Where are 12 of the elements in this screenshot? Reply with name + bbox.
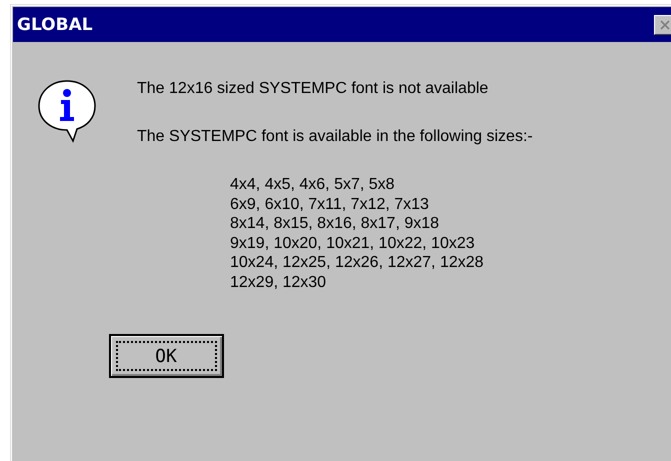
- close-button[interactable]: [654, 14, 671, 34]
- size-list-line: 9x19, 10x20, 10x21, 10x22, 10x23: [230, 234, 476, 253]
- window-title: GLOBAL: [17, 14, 93, 34]
- size-list-line: 8x14, 8x15, 8x16, 8x17, 9x18: [230, 214, 440, 234]
- message-text: The 12x16 sized SYSTEMPC font is not available: [137, 80, 490, 98]
- size-list-line: 12x29, 12x30: [230, 272, 328, 292]
- size-list-line: 4x4, 4x5, 4x6, 5x7, 5x8: [230, 175, 396, 194]
- close-icon: [658, 18, 671, 30]
- size-list-line: 6x9, 6x10, 7x11, 7x12, 7x13: [230, 194, 430, 214]
- size-list-line: 10x24, 12x25, 12x26, 12x27, 12x28: [230, 253, 485, 272]
- detail-text: The SYSTEMPC font is available in the following sizes:-: [137, 128, 533, 146]
- ok-button[interactable]: OK: [108, 334, 224, 378]
